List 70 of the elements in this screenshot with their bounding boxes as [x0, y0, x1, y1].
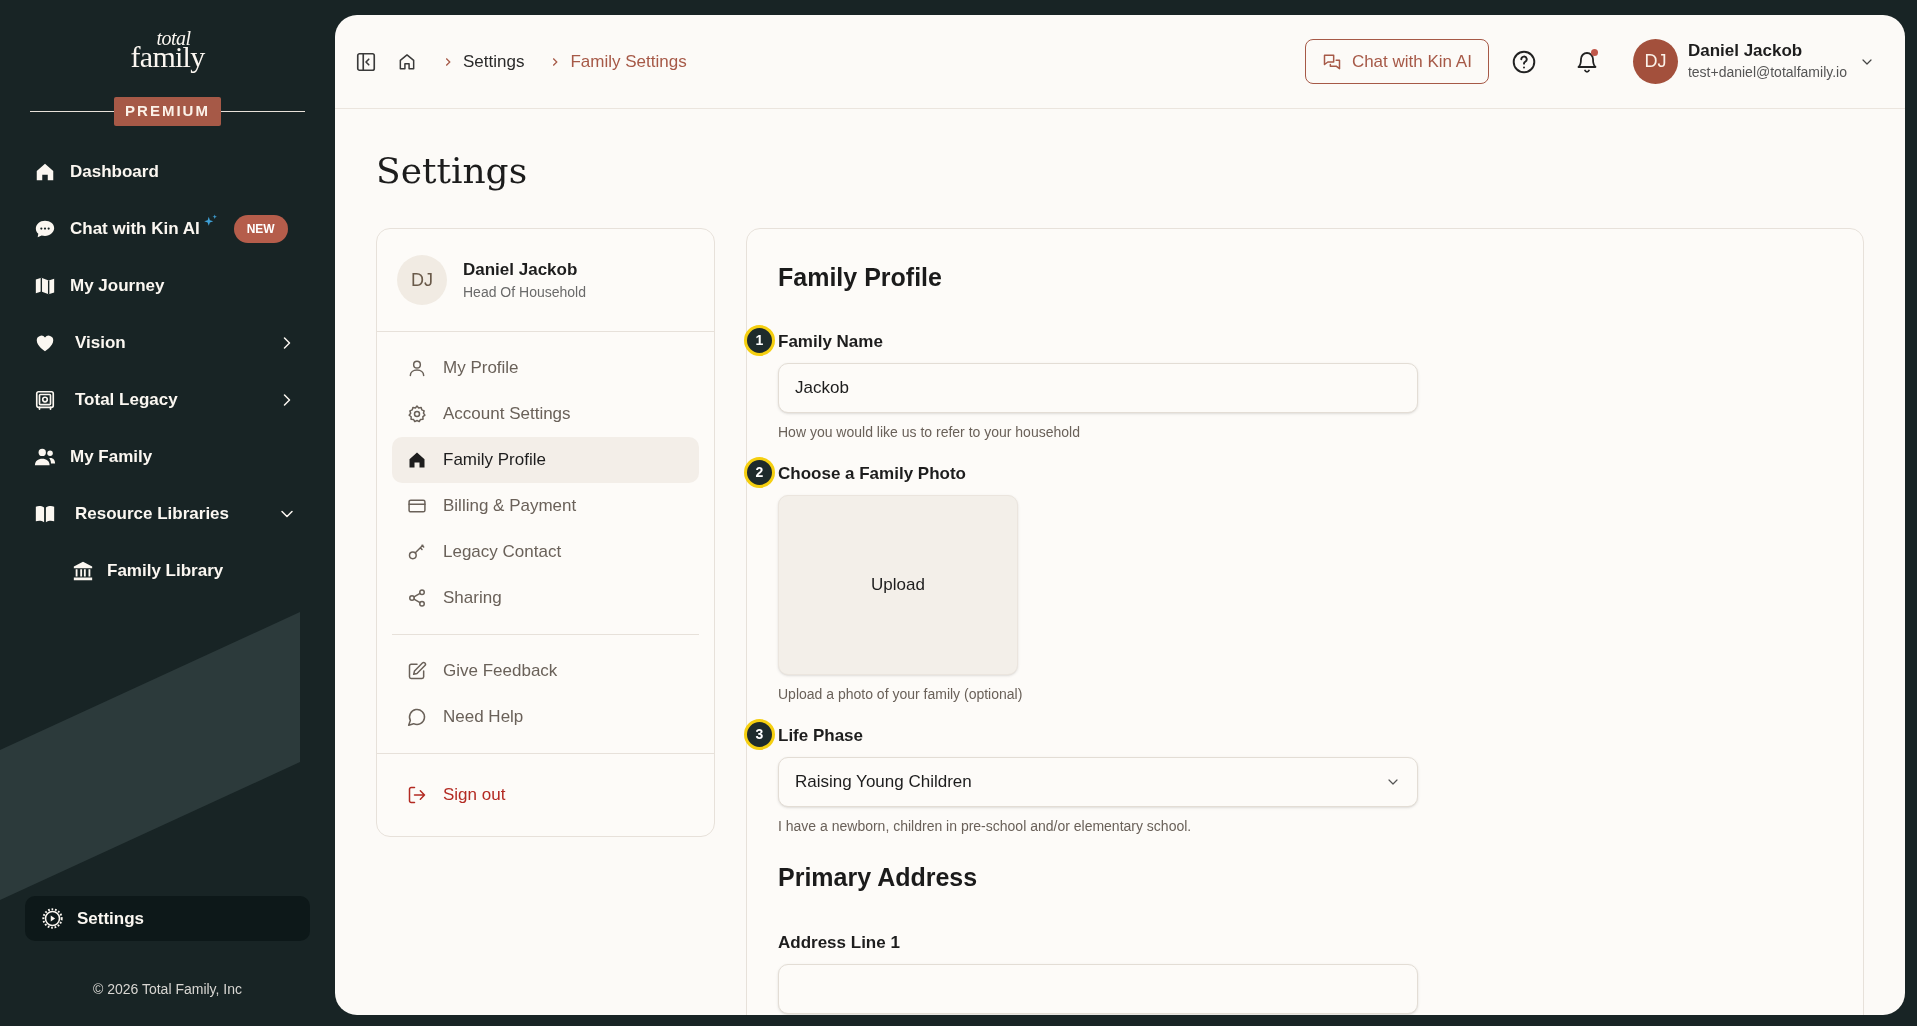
user-role: Head Of Household	[463, 283, 586, 303]
step-marker: 2	[744, 456, 775, 488]
sidebar-item[interactable]: Chat with Kin AI NEW	[34, 200, 301, 258]
user-email: test+daniel@totalfamily.io	[1687, 62, 1847, 82]
plan-badge: PREMIUM	[114, 97, 221, 126]
sidebar-toggle-button[interactable]	[355, 50, 377, 73]
panel-icon	[355, 50, 377, 73]
user-icon	[407, 358, 427, 378]
sidebar-item[interactable]: Dashboard	[34, 143, 301, 201]
section-title: Primary Address	[778, 861, 979, 893]
bank-icon	[72, 560, 94, 582]
settings-menu-item[interactable]: Account Settings	[392, 391, 699, 437]
settings-menu-item[interactable]: My Profile	[392, 345, 699, 391]
section-title: Family Profile	[778, 262, 943, 293]
sidebar-item[interactable]: My Journey	[34, 257, 301, 315]
page-title: Settings	[376, 153, 529, 189]
select-field[interactable]: Raising Young Children	[778, 756, 1418, 807]
safe-icon	[34, 389, 56, 411]
home-icon	[407, 450, 427, 470]
new-badge: NEW	[233, 215, 288, 243]
sidebar-item[interactable]: Resource Libraries	[34, 485, 301, 543]
hint-text: Upload a photo of your family (optional)	[778, 684, 1024, 704]
field-label: Life Phase	[778, 724, 864, 747]
breadcrumb-link[interactable]: Settings	[463, 48, 525, 75]
home-icon	[397, 51, 417, 72]
people-icon	[34, 446, 56, 468]
step-marker: 1	[744, 324, 775, 356]
book-icon	[34, 503, 56, 525]
help-icon	[1510, 48, 1537, 75]
gear-icon	[42, 908, 63, 929]
map-icon	[34, 275, 56, 297]
chat-button[interactable]: Chat with Kin AI	[1304, 39, 1489, 84]
step-marker: 3	[744, 718, 775, 750]
settings-menu-item[interactable]: Legacy Contact	[392, 529, 699, 575]
settings-menu-item[interactable]: Give Feedback	[392, 648, 699, 694]
logout-icon	[407, 785, 427, 805]
share-icon	[407, 588, 427, 608]
user-name: Daniel Jackob	[1687, 40, 1804, 62]
settings-menu-item[interactable]: Billing & Payment	[392, 483, 699, 529]
settings-button[interactable]: Settings	[25, 896, 310, 941]
sidebar-item[interactable]: Vision	[34, 314, 301, 372]
text-input[interactable]: Jackob	[778, 362, 1418, 413]
hint-text: I have a newborn, children in pre-school and/or elementary school.	[778, 816, 1193, 836]
breadcrumb-link[interactable]: Family Settings	[570, 48, 687, 75]
user-name: Daniel Jackob	[463, 258, 579, 281]
hint-text: How you would like us to refer to your household	[778, 422, 1081, 442]
field-label: Address Line 1	[778, 932, 900, 955]
home-link[interactable]	[397, 51, 417, 72]
settings-menu-item[interactable]: Sign out	[392, 772, 699, 818]
field-label: Family Name	[778, 330, 883, 353]
avatar: DJ	[1632, 39, 1678, 84]
card-icon	[407, 496, 427, 516]
key-icon	[407, 542, 427, 562]
avatar: DJ	[397, 255, 447, 305]
sidebar-item[interactable]: Total Legacy	[34, 371, 301, 429]
help-button[interactable]	[1510, 48, 1537, 75]
edit-icon	[407, 661, 427, 681]
speech-bubble-icon	[407, 707, 427, 727]
text-input[interactable]	[778, 964, 1418, 1014]
settings-icon	[407, 404, 427, 424]
sidebar-item[interactable]: Family Library	[34, 542, 301, 600]
chat-bubble-icon	[34, 218, 56, 240]
sidebar-item[interactable]: My Family	[34, 428, 301, 486]
field-label: Choose a Family Photo	[778, 462, 966, 485]
settings-menu-item[interactable]: Sharing	[392, 575, 699, 621]
settings-menu-item[interactable]: Family Profile	[392, 437, 699, 483]
home-icon	[34, 161, 56, 183]
settings-menu-item[interactable]: Need Help	[392, 694, 699, 740]
copyright-text: © 2026 Total Family, Inc	[91, 980, 244, 999]
upload-button[interactable]: Upload	[778, 494, 1018, 675]
